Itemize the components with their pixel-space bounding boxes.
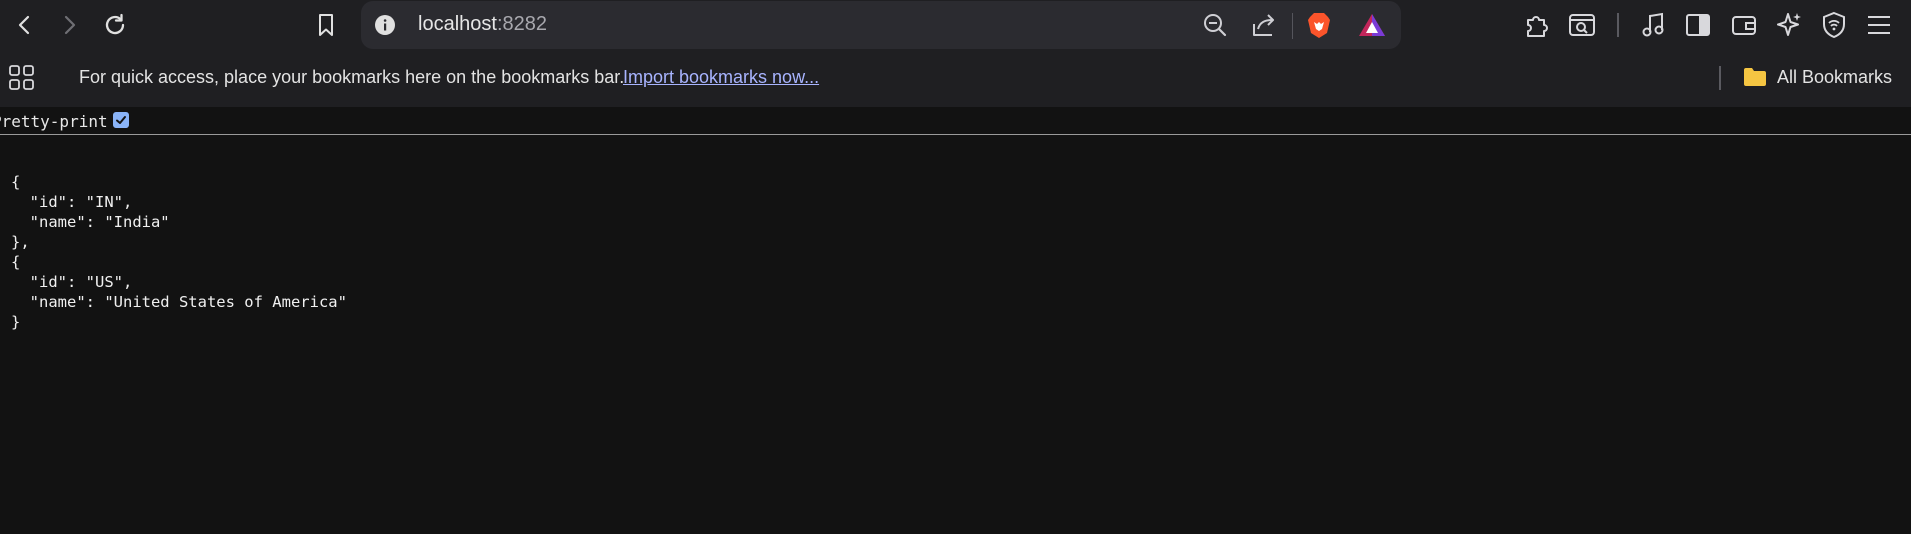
apps-grid-icon (9, 65, 34, 90)
brave-lion-icon (1308, 13, 1330, 38)
info-icon (375, 15, 395, 35)
reload-icon (105, 13, 125, 35)
share-icon (1253, 14, 1274, 36)
import-bookmarks-link[interactable]: Import bookmarks now... (623, 67, 819, 88)
json-output: { "id": "IN", "name": "India" }, { "id":… (11, 172, 347, 332)
json-line: "id": "IN", (11, 193, 133, 211)
urlbar-divider (1292, 13, 1293, 39)
bookmarks-bar-message: For quick access, place your bookmarks h… (79, 67, 625, 87)
hamburger-menu-icon (1868, 16, 1890, 34)
json-line: { (11, 253, 21, 271)
forward-arrow-icon (64, 15, 76, 35)
pretty-print-bar: Pretty-print (0, 107, 1911, 135)
all-bookmarks-label: All Bookmarks (1777, 66, 1893, 87)
sidebar-icon (1686, 14, 1710, 36)
wallet-button[interactable] (1727, 8, 1761, 42)
sidebar-button[interactable] (1681, 8, 1715, 42)
checkmark-icon (116, 116, 126, 124)
bookmarks-divider (1719, 66, 1721, 90)
bookmark-icon (319, 14, 333, 36)
url-host: localhost (418, 13, 497, 35)
puzzle-icon (1527, 16, 1548, 37)
address-bar[interactable]: localhost:8282 (361, 1, 1401, 49)
media-button[interactable] (1637, 8, 1671, 42)
toolbar-divider (1617, 13, 1619, 37)
json-line: "name": "United States of America" (11, 293, 347, 311)
json-line: { (11, 173, 21, 191)
bookmarks-bar: For quick access, place your bookmarks h… (0, 50, 1911, 107)
reload-button[interactable] (98, 8, 132, 42)
extensions-button[interactable] (1520, 8, 1554, 42)
apps-button[interactable] (9, 65, 35, 96)
screenshot-search-button[interactable] (1565, 8, 1599, 42)
json-line: "id": "US", (11, 273, 133, 291)
url-port: :8282 (496, 13, 547, 35)
all-bookmarks-button[interactable]: All Bookmarks (1743, 64, 1892, 90)
leo-ai-button[interactable] (1772, 8, 1806, 42)
url-text[interactable]: localhost:8282 (418, 13, 547, 36)
forward-button[interactable] (52, 8, 86, 42)
bookmark-page-button[interactable] (309, 8, 343, 42)
json-line: "name": "India" (11, 213, 170, 231)
screen-search-icon (1569, 14, 1595, 36)
folder-icon (1744, 68, 1766, 86)
zoom-out-icon (1204, 14, 1227, 37)
share-button[interactable] (1251, 12, 1277, 43)
vpn-shield-icon (1823, 11, 1845, 39)
pretty-print-checkbox[interactable] (113, 112, 129, 128)
pretty-print-label: Pretty-print (0, 112, 108, 131)
back-button[interactable] (8, 8, 42, 42)
json-line: } (11, 313, 21, 331)
music-note-icon (1642, 12, 1664, 37)
rewards-triangle-icon (1359, 14, 1385, 36)
wallet-icon (1732, 16, 1756, 35)
vpn-button[interactable] (1817, 8, 1851, 42)
brave-rewards-button[interactable] (1358, 12, 1386, 43)
brave-shields-button[interactable] (1306, 11, 1332, 44)
back-arrow-icon (18, 15, 30, 35)
sparkle-icon (1777, 13, 1801, 36)
zoom-button[interactable] (1202, 12, 1228, 43)
site-info-button[interactable] (374, 14, 396, 41)
json-line: }, (11, 233, 30, 251)
browser-toolbar: localhost:8282 (0, 0, 1911, 50)
main-menu-button[interactable] (1862, 8, 1896, 42)
